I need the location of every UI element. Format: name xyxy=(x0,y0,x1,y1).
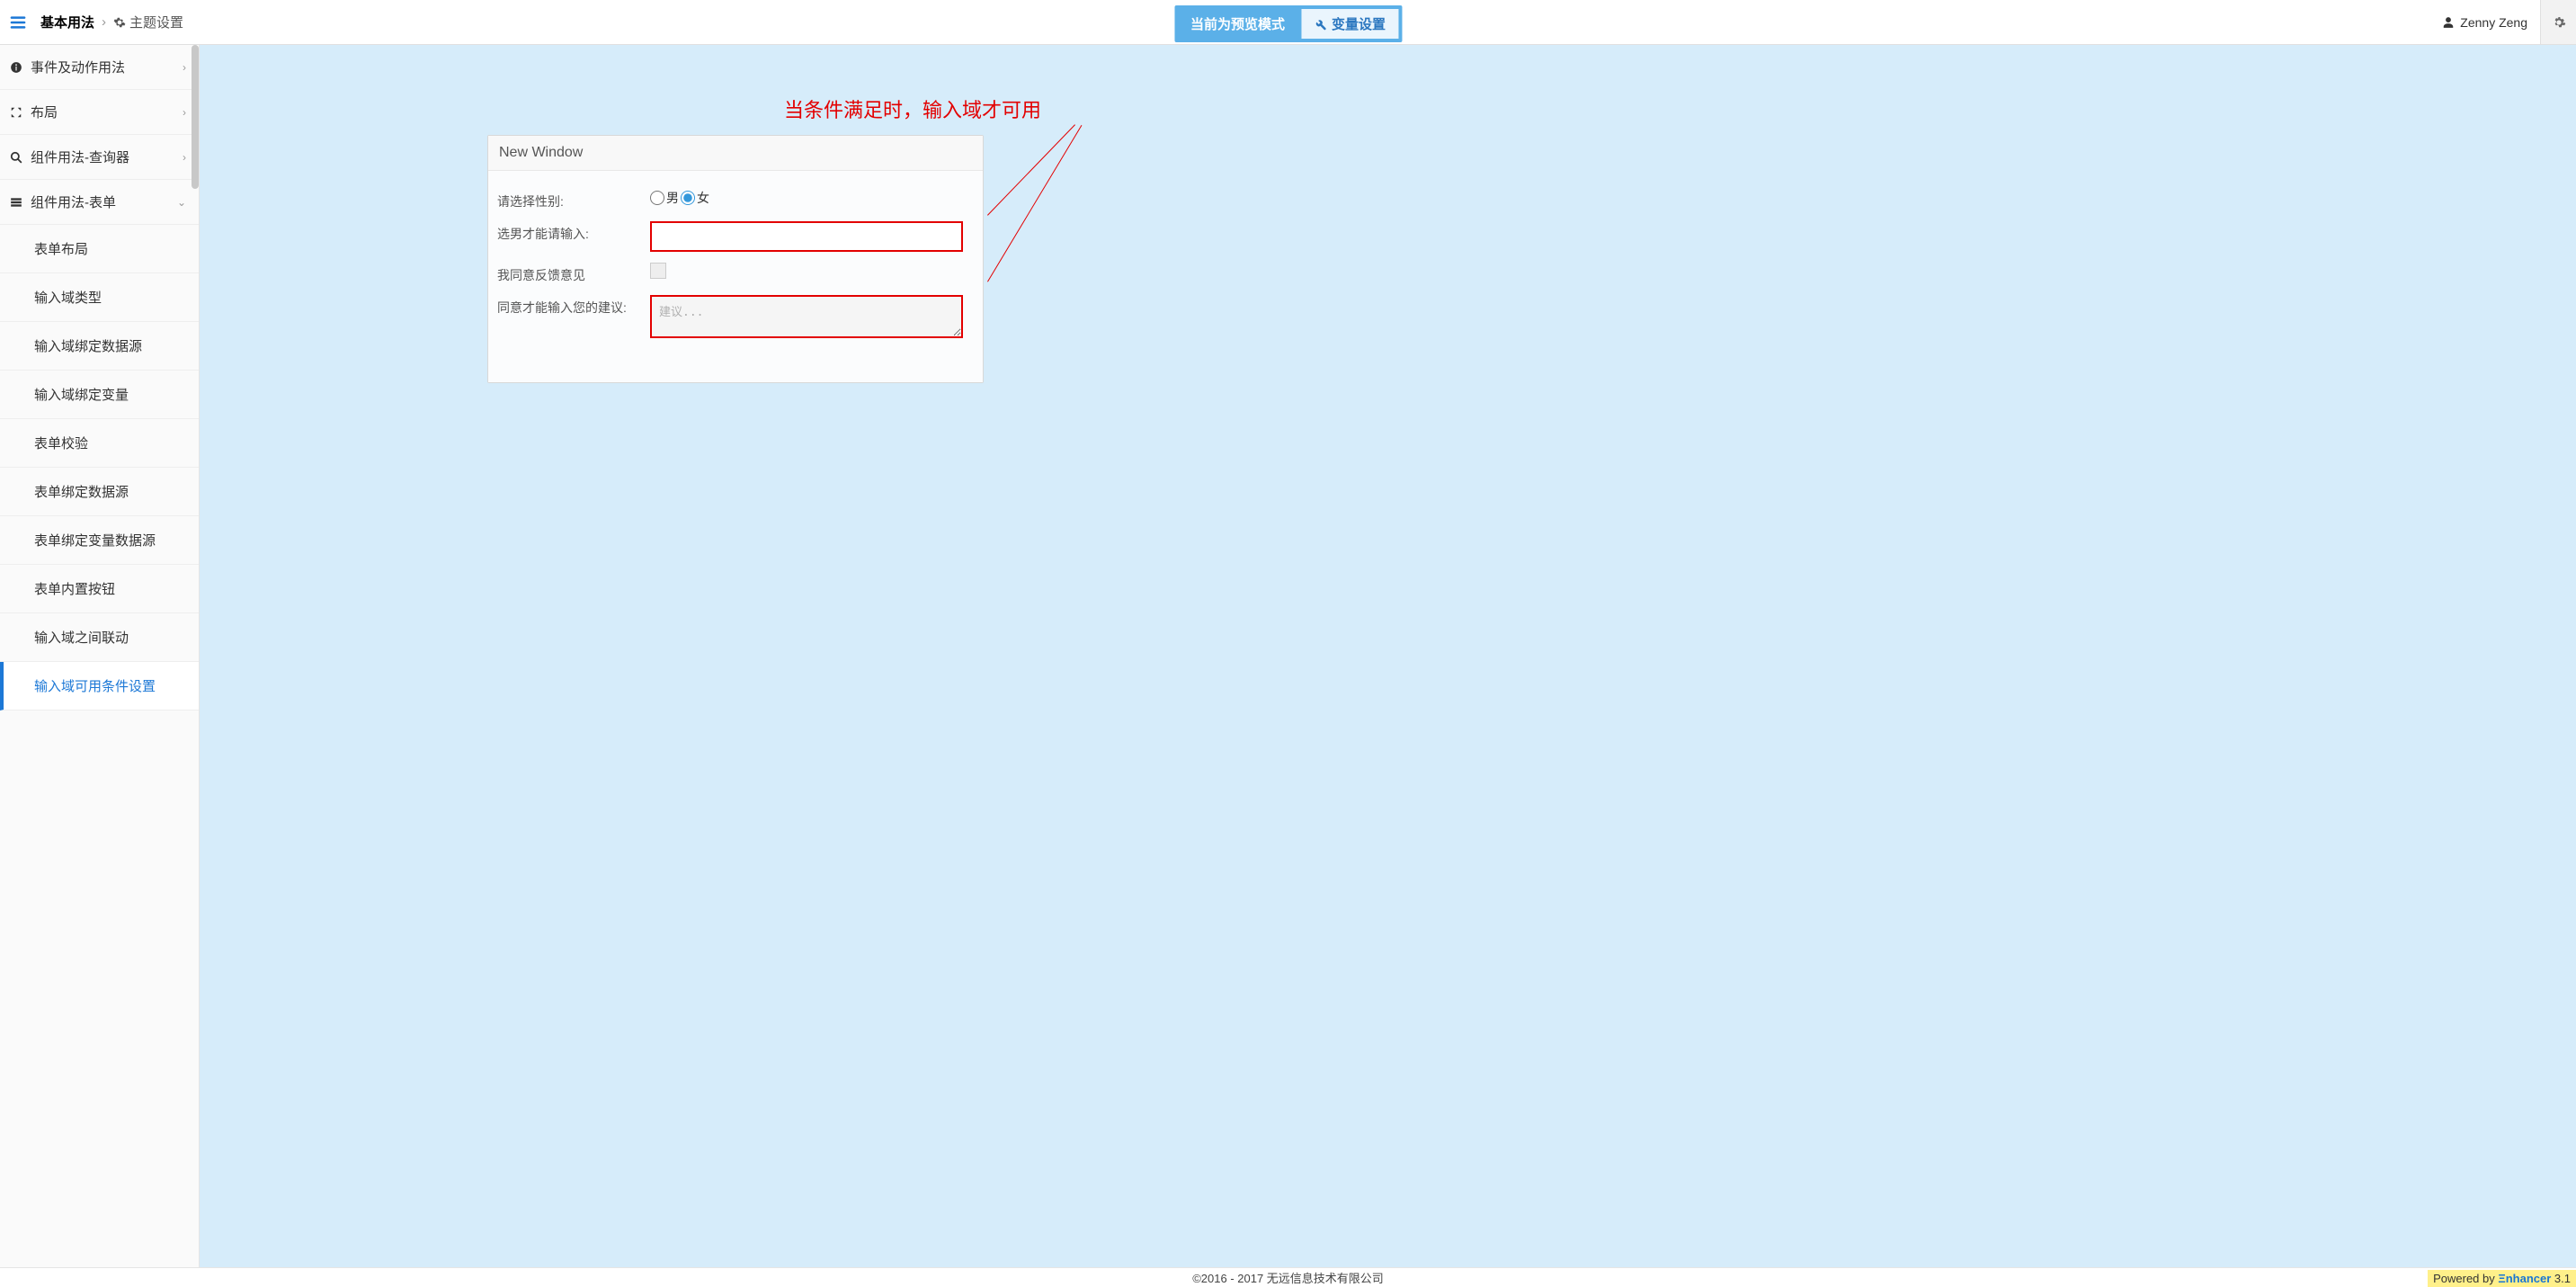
annotation-line-1 xyxy=(987,124,1075,215)
annotation-line-2 xyxy=(987,125,1082,282)
preview-mode-label: 当前为预览模式 xyxy=(1178,9,1297,39)
breadcrumb: 基本用法 › 主题设置 xyxy=(40,13,183,31)
top-settings-button[interactable] xyxy=(2540,0,2576,44)
label-agree: 我同意反馈意见 xyxy=(497,263,650,284)
sidebar-group-label: 组件用法-查询器 xyxy=(31,147,129,166)
radio-female-label: 女 xyxy=(697,189,709,207)
chevron-right-icon: › xyxy=(183,61,186,74)
radio-male-wrap[interactable]: 男 xyxy=(650,189,679,207)
sidebar-group-form[interactable]: 组件用法-表单 ⌄ xyxy=(0,180,199,225)
preview-mode-bar: 当前为预览模式 变量设置 xyxy=(1174,5,1402,42)
user-icon xyxy=(2442,16,2455,29)
user-menu[interactable]: Zenny Zeng xyxy=(2429,0,2540,44)
cogs-icon xyxy=(2552,15,2566,30)
sidebar-group-label: 组件用法-表单 xyxy=(31,192,116,211)
sidebar-item-form-builtin-btn[interactable]: 表单内置按钮 xyxy=(0,565,199,613)
sidebar-item-input-enable-cond[interactable]: 输入域可用条件设置 xyxy=(0,662,199,711)
sidebar-group-layout[interactable]: 布局 › xyxy=(0,90,199,135)
sidebar-group-label: 布局 xyxy=(31,103,58,121)
sidebar-item-form-validate[interactable]: 表单校验 xyxy=(0,419,199,468)
sidebar-item-input-type[interactable]: 输入域类型 xyxy=(0,273,199,322)
menu-icon xyxy=(9,13,27,31)
gear-icon xyxy=(113,16,126,29)
wrench-icon xyxy=(1314,18,1326,31)
label-gender: 请选择性别: xyxy=(497,189,650,210)
menu-toggle-button[interactable] xyxy=(0,13,36,31)
radio-male[interactable] xyxy=(650,191,664,205)
chevron-right-icon: › xyxy=(183,106,186,119)
label-suggest: 同意才能输入您的建议: xyxy=(497,295,650,317)
search-icon xyxy=(9,151,23,164)
expand-icon xyxy=(9,106,23,119)
chevron-down-icon: ⌄ xyxy=(177,196,186,209)
label-male-input: 选男才能请输入: xyxy=(497,221,650,243)
info-icon xyxy=(9,61,23,74)
agree-checkbox[interactable] xyxy=(650,263,666,279)
breadcrumb-sep: › xyxy=(102,14,106,30)
footer: ©2016 - 2017 无远信息技术有限公司 Powered by Ξnhan… xyxy=(0,1267,2576,1287)
breadcrumb-root: 基本用法 xyxy=(40,13,94,31)
sidebar-item-form-layout[interactable]: 表单布局 xyxy=(0,225,199,273)
sidebar-group-events[interactable]: 事件及动作用法 › xyxy=(0,45,199,90)
radio-female[interactable] xyxy=(681,191,695,205)
sidebar: 事件及动作用法 › 布局 › 组件用法-查询器 › 组件用法-表单 ⌄ 表单布局… xyxy=(0,45,200,1267)
sidebar-scrollbar[interactable] xyxy=(192,45,199,189)
breadcrumb-theme-link[interactable]: 主题设置 xyxy=(113,13,183,31)
window-title: New Window xyxy=(488,136,983,171)
sidebar-item-input-bind-var[interactable]: 输入域绑定变量 xyxy=(0,371,199,419)
annotation-text: 当条件满足时，输入域才可用 xyxy=(784,94,1041,123)
suggest-textarea[interactable] xyxy=(650,295,963,338)
powered-by-badge: Powered by Ξnhancer 3.1 xyxy=(2428,1270,2576,1287)
sidebar-item-input-bind-ds[interactable]: 输入域绑定数据源 xyxy=(0,322,199,371)
sidebar-group-label: 事件及动作用法 xyxy=(31,58,125,76)
content-area: 当条件满足时，输入域才可用 New Window 请选择性别: 男 女 xyxy=(200,45,2576,1267)
sidebar-item-form-bind-var-ds[interactable]: 表单绑定变量数据源 xyxy=(0,516,199,565)
sidebar-group-query[interactable]: 组件用法-查询器 › xyxy=(0,135,199,180)
form-window: New Window 请选择性别: 男 女 xyxy=(487,135,984,383)
chevron-right-icon: › xyxy=(183,151,186,164)
variable-settings-button[interactable]: 变量设置 xyxy=(1301,9,1398,39)
male-text-input[interactable] xyxy=(650,221,963,252)
radio-female-wrap[interactable]: 女 xyxy=(681,189,709,207)
copyright-text: ©2016 - 2017 无远信息技术有限公司 xyxy=(1192,1269,1384,1286)
sidebar-item-form-bind-ds[interactable]: 表单绑定数据源 xyxy=(0,468,199,516)
sidebar-item-input-linkage[interactable]: 输入域之间联动 xyxy=(0,613,199,662)
radio-male-label: 男 xyxy=(666,189,679,207)
user-name-label: Zenny Zeng xyxy=(2460,15,2527,30)
form-icon xyxy=(9,196,23,209)
